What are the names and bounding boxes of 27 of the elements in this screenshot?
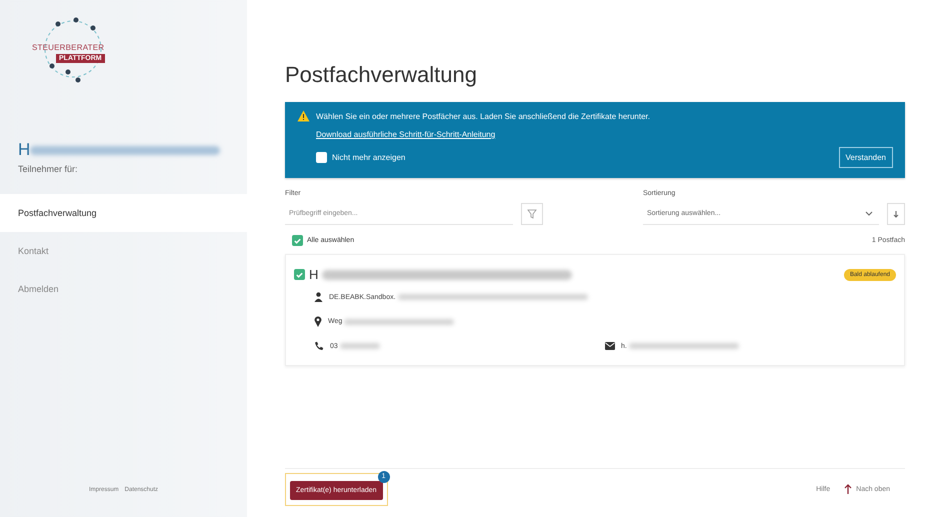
sort-direction-button[interactable]	[887, 203, 905, 225]
arrow-up-icon	[844, 484, 852, 494]
page-title: Postfachverwaltung	[285, 62, 478, 88]
nav-item[interactable]: Postfachverwaltung	[0, 194, 247, 232]
arrow-down-icon	[892, 210, 900, 218]
user-subtitle: Teilnehmer für:	[18, 164, 79, 174]
nav-item[interactable]: Kontakt	[0, 232, 247, 270]
filter-button[interactable]	[521, 203, 543, 225]
map-pin-icon	[314, 316, 322, 327]
redacted-bar	[340, 343, 380, 349]
notice-text: Wählen Sie ein oder mehrere Postfächer aus. Laden Sie anschließend die Zertifikate herunter.	[316, 112, 650, 120]
logo-text: STEUERBERATER	[32, 43, 104, 52]
checkbox[interactable]	[316, 152, 327, 163]
checkbox-label: Nicht mehr anzeigen	[332, 153, 406, 162]
phone-icon	[314, 341, 324, 351]
warning-icon	[297, 110, 310, 122]
user-name: H	[18, 140, 30, 160]
nav-item[interactable]: Abmelden	[0, 270, 247, 308]
checkbox[interactable]	[294, 269, 305, 280]
mailbox-name: H	[309, 267, 318, 282]
download-link[interactable]: Download ausführliche Schritt-für-Schritt-Anleitung	[316, 130, 893, 139]
understood-button[interactable]: Verstanden	[838, 147, 893, 168]
checkbox[interactable]	[292, 235, 303, 246]
envelope-icon	[605, 342, 615, 350]
filter-icon	[527, 209, 537, 219]
chevron-down-icon	[865, 210, 873, 216]
person-icon	[314, 292, 323, 302]
